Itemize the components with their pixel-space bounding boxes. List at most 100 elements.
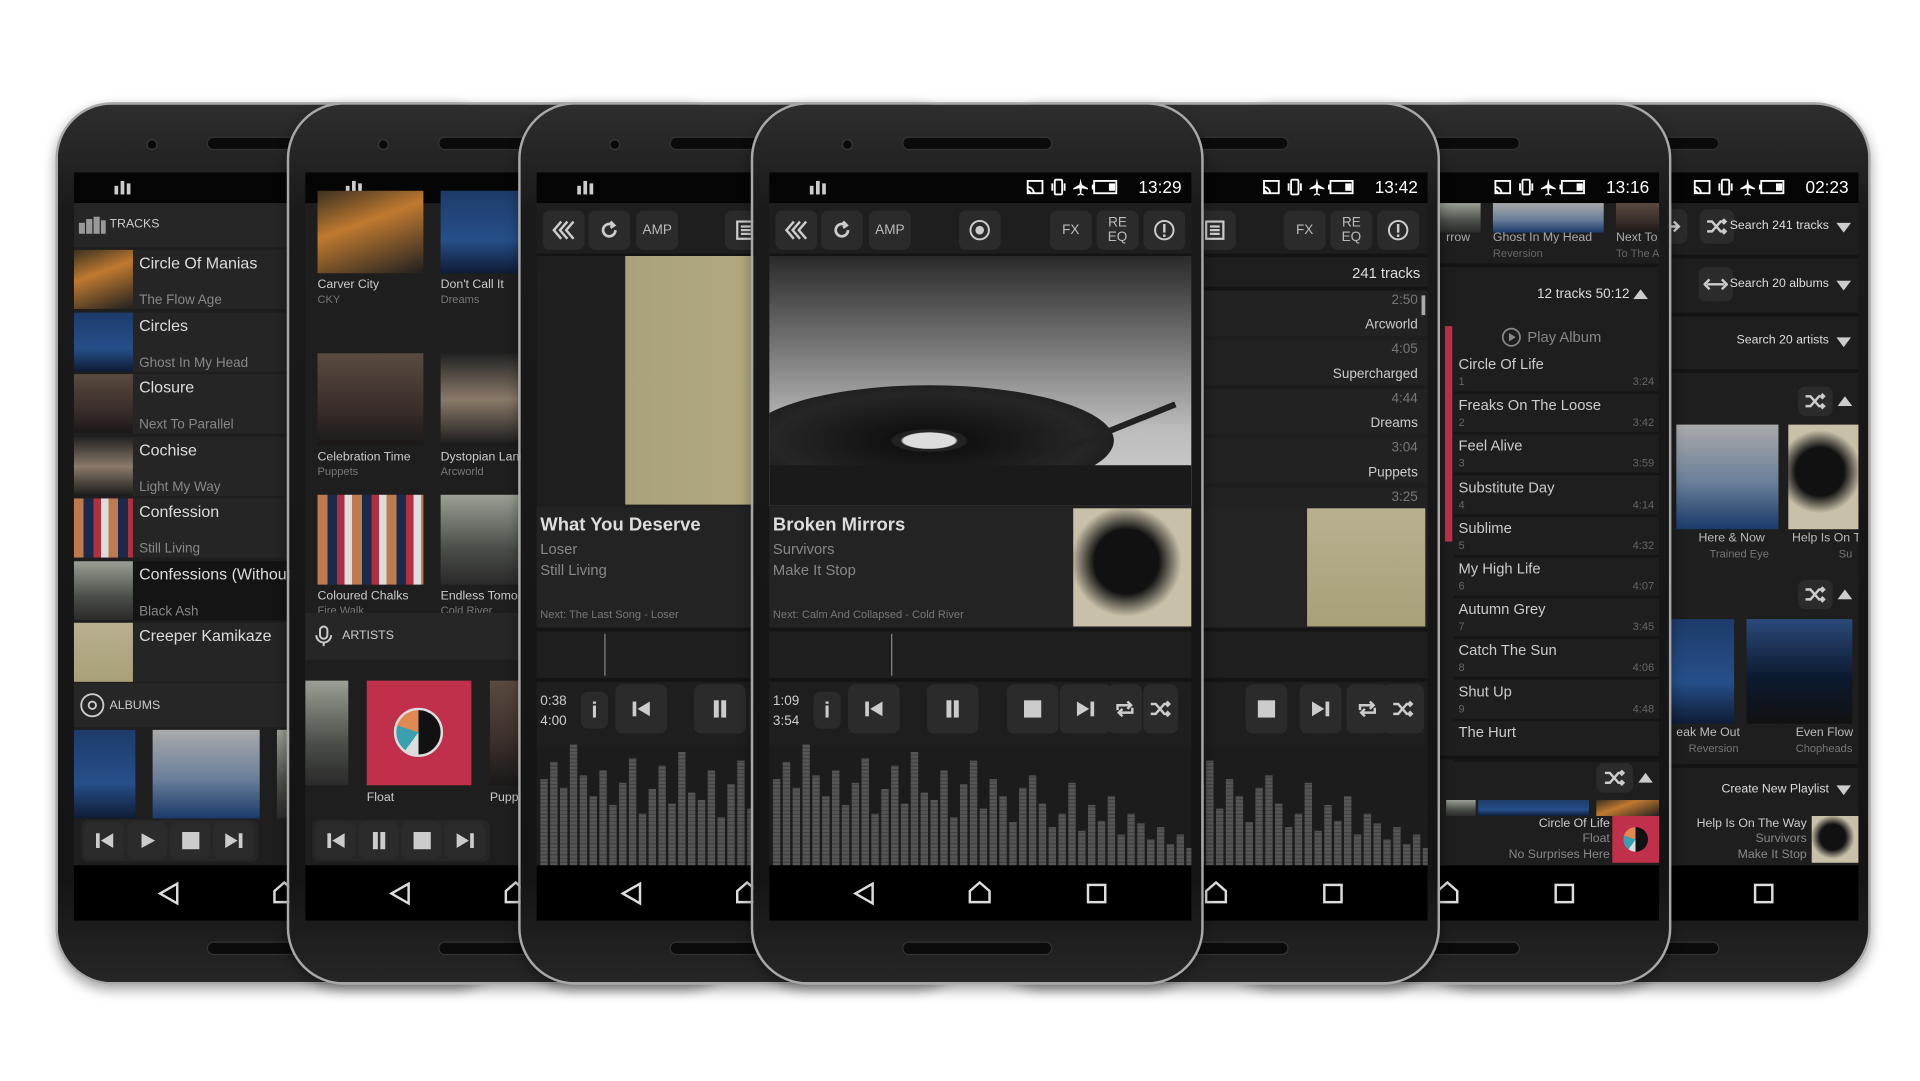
track-row[interactable]: Feel Alive 3 3:59 <box>1453 435 1660 476</box>
track-row[interactable]: Circle Of Life 1 3:24 <box>1453 353 1660 394</box>
track-row[interactable]: Shut Up 9 4:48 <box>1453 680 1660 721</box>
alert-button[interactable] <box>1143 210 1186 250</box>
home-icon[interactable] <box>967 880 992 905</box>
collapse-icon[interactable] <box>1837 396 1853 407</box>
track-duration: 3:04 <box>1391 440 1418 456</box>
track-art[interactable] <box>73 249 133 309</box>
artist-art[interactable] <box>305 680 349 786</box>
album-art[interactable] <box>1446 800 1476 817</box>
refresh-button[interactable] <box>820 210 863 250</box>
shuffle-button[interactable] <box>1798 386 1833 417</box>
prev-button[interactable] <box>848 684 900 734</box>
track-album: Supercharged <box>1332 366 1418 382</box>
track-art[interactable] <box>73 622 133 682</box>
repeat-button[interactable] <box>1107 684 1143 734</box>
stop-button[interactable] <box>1245 684 1288 734</box>
back-icon[interactable] <box>852 881 875 906</box>
refresh-button[interactable] <box>588 210 631 250</box>
album-art[interactable] <box>1596 800 1660 817</box>
album-art[interactable] <box>1676 424 1779 530</box>
next-button[interactable] <box>444 822 485 860</box>
info-button[interactable]: i <box>580 691 609 729</box>
next-button[interactable] <box>1299 684 1342 734</box>
pause-button[interactable] <box>926 684 979 734</box>
seek-position-marker[interactable] <box>891 633 893 676</box>
album-art[interactable] <box>1478 800 1589 817</box>
recent-apps-icon[interactable] <box>1553 882 1575 904</box>
prev-button[interactable] <box>615 684 668 734</box>
dropdown-icon[interactable] <box>1836 337 1852 348</box>
shuffle-button[interactable] <box>1143 684 1178 734</box>
fx-button[interactable]: FX <box>1283 210 1326 250</box>
next-button[interactable] <box>212 822 254 860</box>
track-row[interactable]: Substitute Day 4 4:14 <box>1453 476 1660 517</box>
album-art[interactable] <box>1492 203 1604 233</box>
dropdown-icon[interactable] <box>1836 222 1852 233</box>
album-art[interactable] <box>1307 508 1426 627</box>
fx-button-label: FX <box>1062 222 1080 238</box>
track-art[interactable] <box>73 312 133 372</box>
stop-button[interactable] <box>401 822 442 860</box>
shuffle-button[interactable] <box>1596 763 1634 793</box>
turntable-visual <box>769 256 1192 506</box>
album-art[interactable] <box>1616 203 1660 233</box>
shuffle-button[interactable] <box>1382 684 1425 734</box>
next-button[interactable] <box>1059 684 1112 734</box>
rewind-button[interactable] <box>775 210 818 250</box>
scrollbar-thumb[interactable] <box>1421 295 1426 316</box>
play-album-button[interactable]: Play Album <box>1501 325 1601 350</box>
album-art[interactable] <box>152 729 260 819</box>
track-art[interactable] <box>73 560 133 620</box>
track-row[interactable]: Autumn Grey 7 3:45 <box>1453 598 1660 640</box>
track-row[interactable]: My High Life 6 4:07 <box>1453 558 1660 599</box>
re-eq-button[interactable]: RE EQ <box>1330 210 1373 250</box>
now-playing-art[interactable] <box>1612 816 1660 863</box>
prev-button[interactable] <box>83 822 125 860</box>
recent-apps-icon[interactable] <box>1086 882 1108 904</box>
album-art[interactable] <box>1073 508 1192 627</box>
pause-button[interactable] <box>358 822 399 860</box>
album-art[interactable] <box>73 729 136 819</box>
shuffle-button[interactable] <box>1798 579 1833 610</box>
artist-art[interactable] <box>366 680 472 786</box>
now-playing-art[interactable] <box>1811 816 1859 863</box>
rewind-button[interactable] <box>542 210 585 250</box>
collapse-icon[interactable] <box>1633 289 1649 300</box>
track-row[interactable]: Freaks On The Loose 2 3:42 <box>1453 394 1660 435</box>
home-icon[interactable] <box>1204 880 1229 905</box>
swap-button[interactable] <box>1698 267 1733 302</box>
track-art[interactable] <box>73 436 133 496</box>
album-art[interactable] <box>317 494 424 585</box>
track-row[interactable]: Catch The Sun 8 4:06 <box>1453 639 1660 680</box>
back-icon[interactable] <box>157 881 180 906</box>
track-art[interactable] <box>73 498 133 558</box>
play-button[interactable] <box>126 822 168 860</box>
pause-button[interactable] <box>694 684 746 734</box>
info-button[interactable]: i <box>813 691 841 729</box>
prev-button[interactable] <box>315 822 356 860</box>
alert-button[interactable] <box>1377 210 1420 250</box>
recent-apps-icon[interactable] <box>1753 882 1775 904</box>
dropdown-icon[interactable] <box>1836 785 1852 796</box>
re-eq-button[interactable]: RE EQ <box>1096 210 1139 250</box>
record-button[interactable] <box>958 210 1001 250</box>
back-icon[interactable] <box>620 881 642 906</box>
stop-button[interactable] <box>169 822 211 860</box>
collapse-icon[interactable] <box>1638 772 1653 783</box>
album-art[interactable] <box>1746 619 1853 724</box>
recent-apps-icon[interactable] <box>1322 882 1344 904</box>
seek-position-marker[interactable] <box>604 633 606 676</box>
track-row[interactable]: Sublime 5 4:32 <box>1453 517 1660 558</box>
track-art[interactable] <box>73 374 133 434</box>
album-art[interactable] <box>317 353 424 446</box>
amp-button[interactable]: AMP <box>636 210 679 250</box>
collapse-icon[interactable] <box>1837 589 1853 600</box>
seek-bar[interactable] <box>769 631 1192 679</box>
amp-button[interactable]: AMP <box>868 210 911 250</box>
album-art[interactable] <box>1788 424 1859 530</box>
stop-button[interactable] <box>1006 684 1059 734</box>
album-art[interactable] <box>317 190 424 274</box>
dropdown-icon[interactable] <box>1836 280 1852 291</box>
back-icon[interactable] <box>388 881 411 906</box>
fx-button[interactable]: FX <box>1049 210 1092 250</box>
